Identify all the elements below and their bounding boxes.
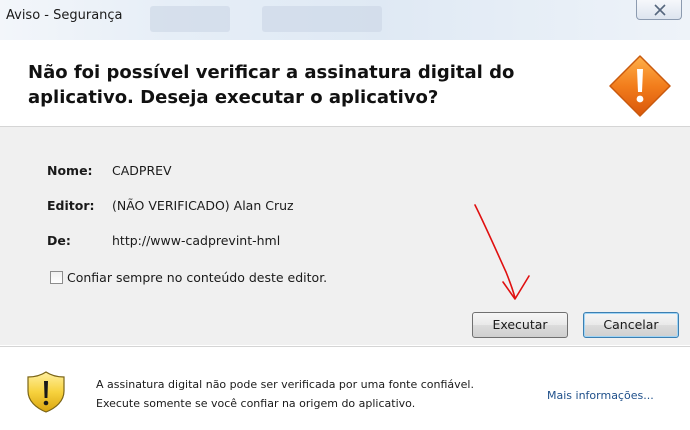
name-value: CADPREV bbox=[112, 163, 172, 178]
name-label: Nome: bbox=[47, 163, 93, 178]
run-button[interactable]: Executar bbox=[472, 312, 568, 338]
dialog-footer: A assinatura digital não pode ser verifi… bbox=[0, 346, 690, 430]
warning-diamond-icon bbox=[609, 55, 671, 117]
dialog-header: Não foi possível verificar a assinatura … bbox=[0, 40, 690, 127]
from-label: De: bbox=[47, 233, 71, 248]
warning-shield-icon bbox=[27, 371, 65, 413]
trust-publisher-checkbox[interactable] bbox=[50, 271, 63, 284]
footer-warning-line-1: A assinatura digital não pode ser verifi… bbox=[96, 378, 474, 391]
security-warning-dialog: Aviso - Segurança Não foi possível verif… bbox=[0, 0, 690, 430]
footer-warning-line-2: Execute somente se você confiar na orige… bbox=[96, 397, 416, 410]
close-icon bbox=[654, 4, 666, 16]
footer-warning-text: A assinatura digital não pode ser verifi… bbox=[96, 375, 474, 413]
publisher-value: (NÃO VERIFICADO) Alan Cruz bbox=[112, 198, 294, 213]
title-bar: Aviso - Segurança bbox=[0, 0, 690, 40]
from-value: http://www-cadprevint-hml bbox=[112, 233, 281, 248]
dialog-body: Nome: CADPREV Editor: (NÃO VERIFICADO) A… bbox=[0, 127, 690, 345]
cancel-button[interactable]: Cancelar bbox=[583, 312, 679, 338]
trust-publisher-label[interactable]: Confiar sempre no conteúdo deste editor. bbox=[67, 270, 327, 285]
close-button[interactable] bbox=[636, 0, 682, 20]
blurred-background-area bbox=[150, 6, 230, 32]
window-title: Aviso - Segurança bbox=[6, 8, 123, 23]
publisher-label: Editor: bbox=[47, 198, 95, 213]
blurred-background-area bbox=[262, 6, 382, 32]
more-info-link[interactable]: Mais informações... bbox=[547, 389, 654, 402]
headline: Não foi possível verificar a assinatura … bbox=[28, 62, 515, 108]
